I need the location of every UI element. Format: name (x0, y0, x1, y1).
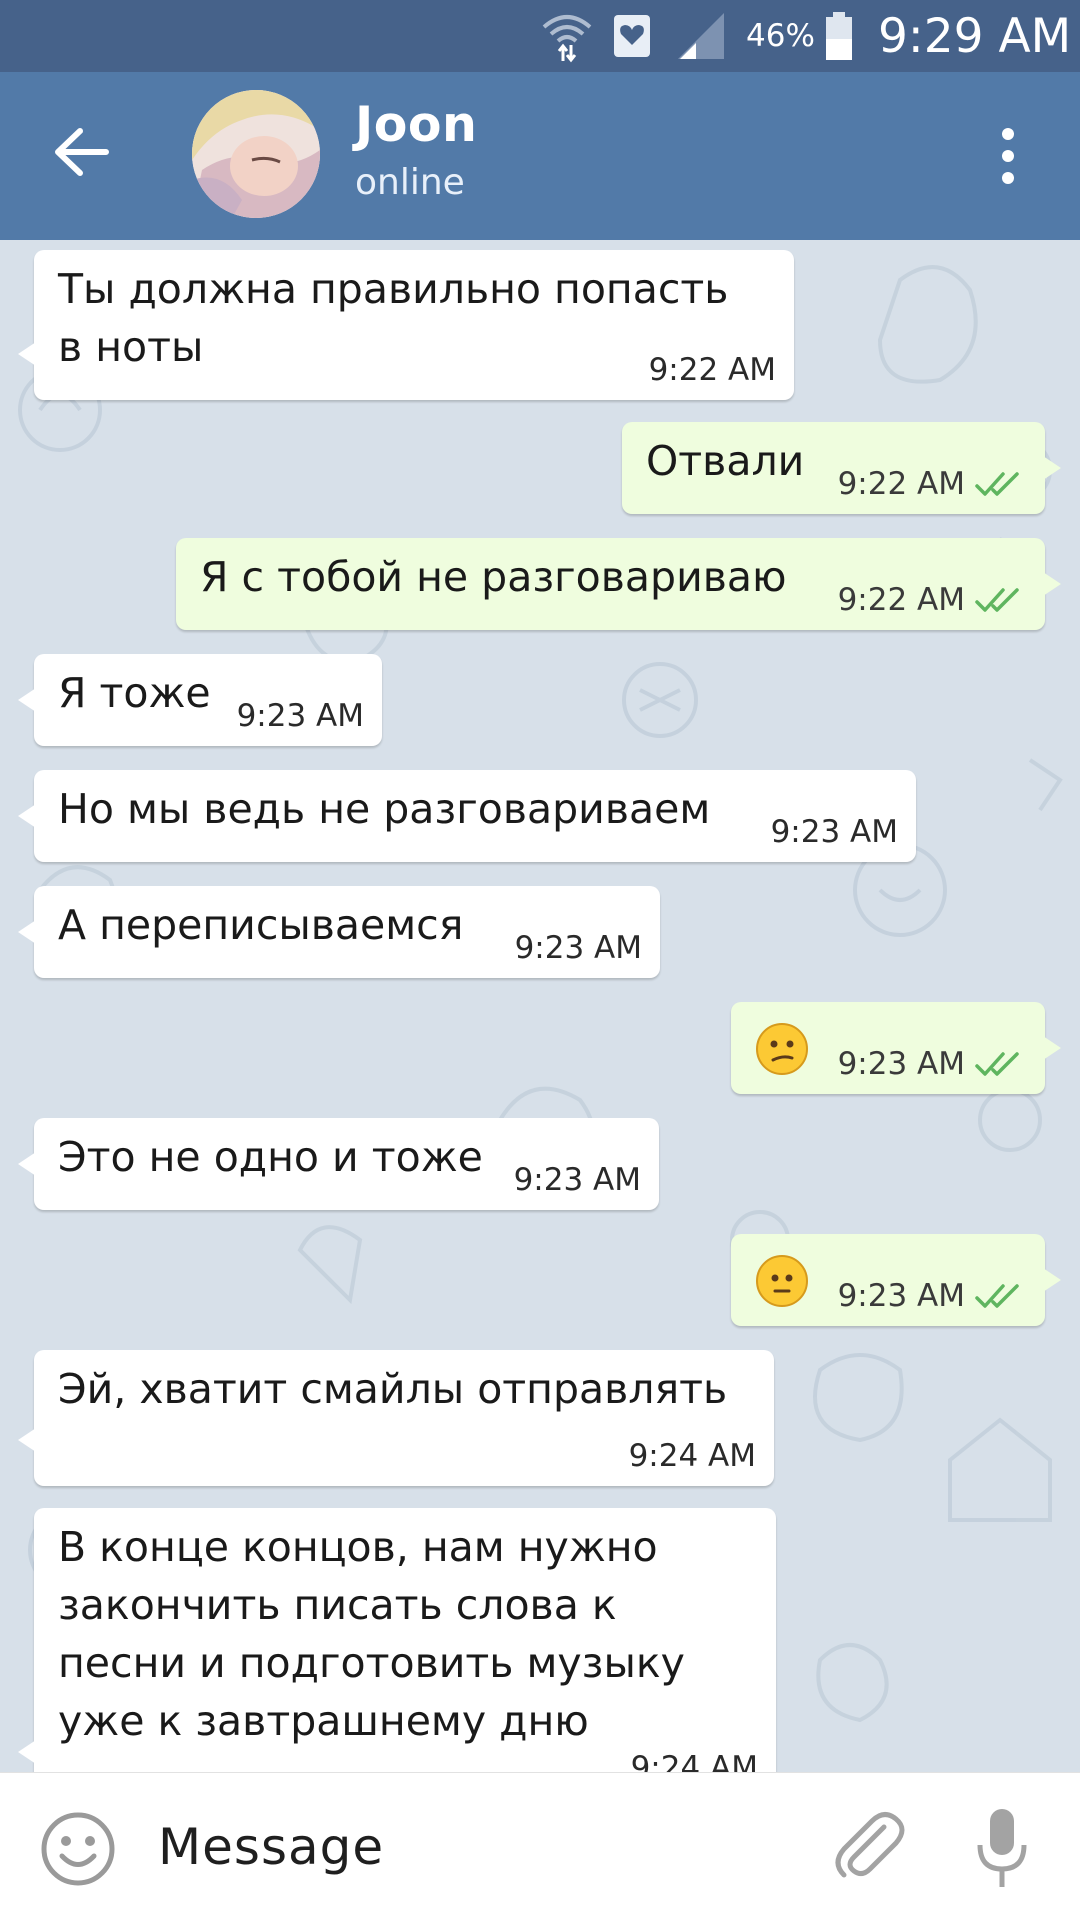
wifi-icon (540, 0, 600, 72)
outgoing-message[interactable]: Я с тобой не разговариваю 9:22 AM (176, 538, 1061, 630)
attach-icon (835, 1812, 905, 1878)
read-checks-icon (975, 1052, 1019, 1076)
status-time: 9:29 AM (878, 8, 1072, 64)
chat-area[interactable]: Ты должна правильно попасть в ноты 9:22 A… (0, 240, 1080, 1772)
incoming-message[interactable]: Но мы ведь не разговариваем 9:23 AM (18, 770, 916, 862)
bubble-tail (1043, 456, 1061, 480)
incoming-message[interactable]: Эй, хватит смайлы отправлять 9:24 AM (18, 1350, 774, 1486)
battery-percent: 46% (746, 18, 815, 54)
bubble-tail (18, 920, 36, 944)
bubble-tail (18, 342, 36, 366)
signal-icon (676, 0, 732, 72)
confused-face-emoji-icon (756, 1023, 808, 1075)
read-checks-icon (975, 472, 1019, 496)
contact-status: online (355, 162, 465, 203)
message-time: 9:23 AM (236, 698, 364, 734)
emoji-button[interactable] (40, 1811, 116, 1887)
more-vert-icon (1002, 128, 1014, 184)
contact-name: Joon (355, 96, 478, 153)
message-text: Эй, хватит смайлы отправлять (58, 1365, 728, 1413)
incoming-message[interactable]: Я тоже 9:23 AM (18, 654, 382, 746)
bubble-tail (18, 688, 36, 712)
message-text: А переписываемся (58, 901, 464, 949)
bubble-tail (1043, 1036, 1061, 1060)
message-time: 9:23 AM (770, 814, 898, 850)
incoming-message[interactable]: Это не одно и тоже 9:23 AM (18, 1118, 659, 1210)
message-text: Ты должна правильно попасть в ноты (58, 265, 729, 371)
avatar-photo (192, 90, 320, 218)
message-time: 9:22 AM (648, 352, 776, 388)
message-time: 9:23 AM (837, 1046, 965, 1082)
message-time: 9:23 AM (837, 1278, 965, 1314)
message-time: 9:22 AM (837, 466, 965, 502)
back-arrow-icon (55, 128, 109, 176)
back-button[interactable] (46, 116, 118, 188)
bubble-tail (18, 1152, 36, 1176)
message-time: 9:23 AM (513, 1162, 641, 1198)
mic-icon (977, 1809, 1027, 1887)
message-time: 9:24 AM (628, 1438, 756, 1474)
message-text: Отвали (646, 437, 805, 485)
incoming-message[interactable]: А переписываемся 9:23 AM (18, 886, 660, 978)
incoming-message[interactable]: Ты должна правильно попасть в ноты 9:22 A… (18, 250, 794, 400)
chat-header: Joon online (0, 72, 1080, 240)
outgoing-message[interactable]: 9:23 AM (731, 1002, 1061, 1094)
health-app-icon (612, 0, 662, 72)
outgoing-message[interactable]: 9:23 AM (731, 1234, 1061, 1326)
battery-icon (824, 0, 860, 72)
message-text: Я тоже (58, 669, 211, 717)
message-text: Но мы ведь не разговариваем (58, 785, 711, 833)
message-time: 9:23 AM (514, 930, 642, 966)
incoming-message[interactable]: В конце концов, нам нужно закончить писа… (18, 1508, 776, 1772)
read-checks-icon (975, 1284, 1019, 1308)
message-text: Я с тобой не разговариваю (200, 553, 787, 601)
neutral-face-emoji-icon (756, 1255, 808, 1307)
message-time: 9:22 AM (837, 582, 965, 618)
message-composer (0, 1772, 1080, 1921)
bubble-tail (18, 1428, 36, 1452)
message-input[interactable] (158, 1807, 798, 1887)
outgoing-message[interactable]: Отвали 9:22 AM (622, 422, 1061, 514)
bubble-tail (18, 1740, 36, 1764)
message-text: Это не одно и тоже (58, 1133, 483, 1181)
read-checks-icon (975, 588, 1019, 612)
status-bar: 46% 9:29 AM (0, 0, 1080, 72)
message-time: 9:24 AM (630, 1750, 758, 1772)
bubble-tail (1043, 572, 1061, 596)
emoji-icon (41, 1812, 115, 1886)
attach-button[interactable] (828, 1807, 908, 1887)
bubble-tail (1043, 1268, 1061, 1292)
voice-record-button[interactable] (972, 1805, 1032, 1891)
more-options-button[interactable] (990, 124, 1026, 188)
bubble-tail (18, 804, 36, 828)
contact-avatar[interactable] (192, 90, 320, 218)
message-text: В конце концов, нам нужно закончить писа… (58, 1523, 685, 1745)
